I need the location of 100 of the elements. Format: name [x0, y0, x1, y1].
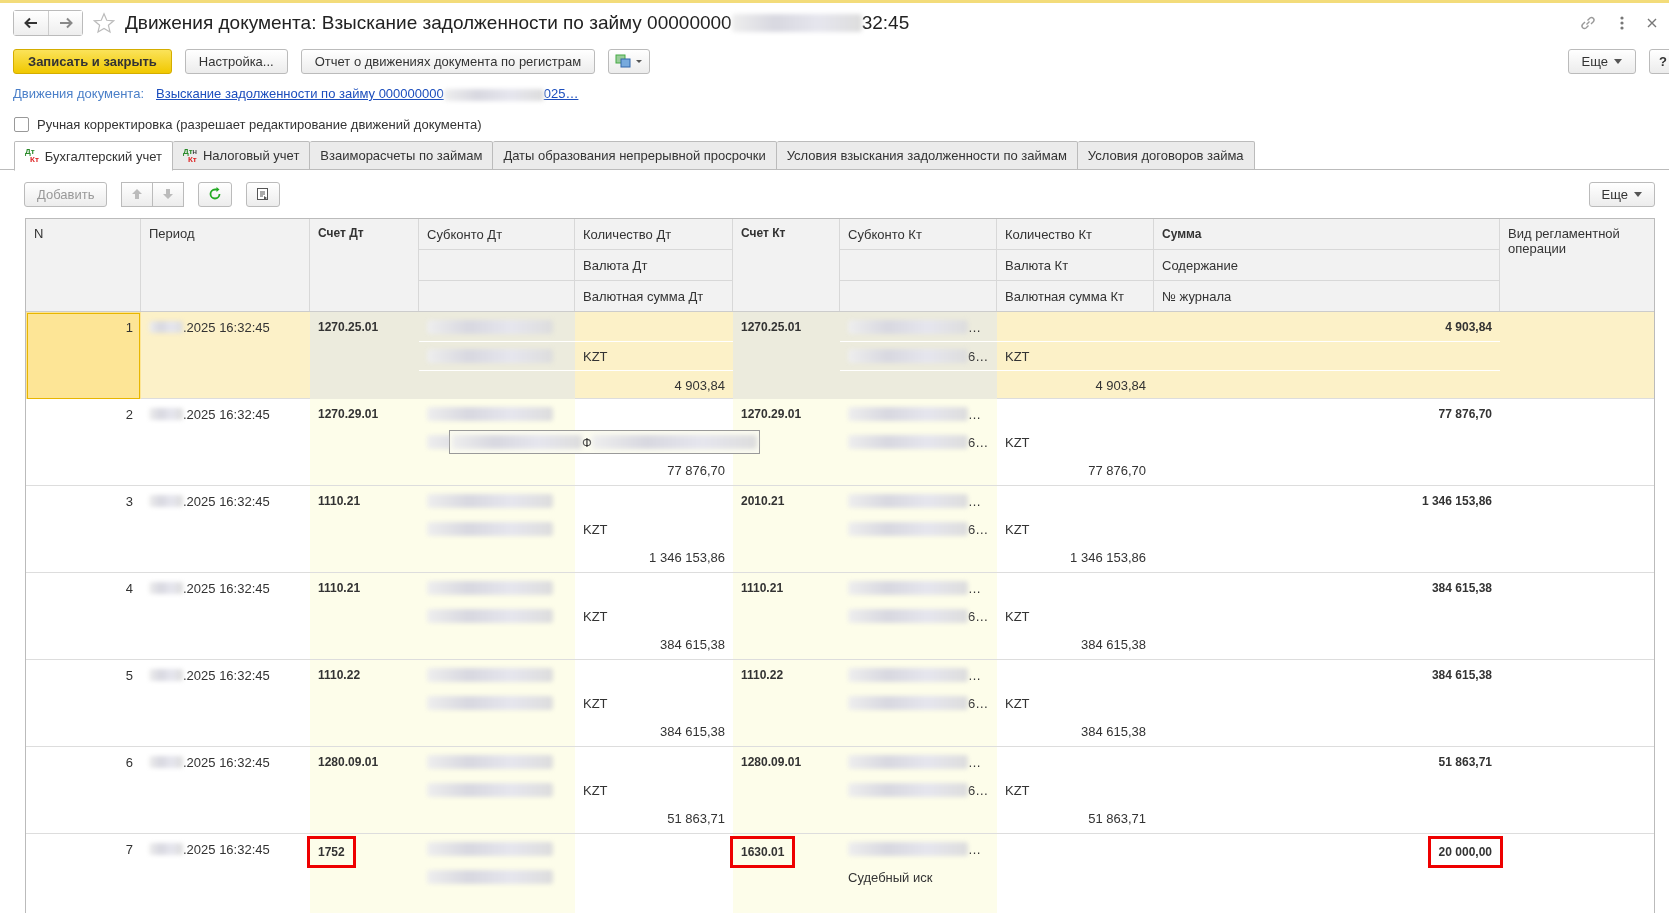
amount-cell: 51 863,71 [1088, 810, 1146, 826]
account-cell: 1280.09.01 [741, 755, 802, 769]
header-label: Субконто Дт [427, 226, 503, 242]
header-label: Валютная сумма Дт [583, 288, 704, 304]
window-title-time: 32:45 [861, 12, 910, 34]
table-row[interactable]: 3 .2025 16:32:45 1110.21 KZT 1 346 153,86 2010.21 … 6… KZT 1 346 153,86 1 346 153,86 [26, 486, 1654, 573]
amount-cell: 384 615,38 [659, 723, 725, 739]
subconto-cell: 6… [968, 521, 989, 537]
sum-cell: 384 615,38 [1431, 668, 1492, 682]
header-label: № журнала [1162, 288, 1232, 304]
table-row[interactable]: 4 .2025 16:32:45 1110.21 KZT 384 615,38 1110.21 … 6… KZT 384 615,38 384 615,38 [26, 573, 1654, 660]
more-button[interactable]: Еще [1588, 181, 1655, 207]
amount-cell: 77 876,70 [667, 462, 725, 478]
subconto-cell: … [968, 754, 981, 770]
more-icon[interactable] [1619, 15, 1625, 31]
amount-cell: 384 615,38 [1080, 723, 1146, 739]
period-cell: .2025 16:32:45 [183, 580, 270, 596]
row-number: 7 [125, 841, 133, 857]
header-label: Вид регламентной операции [1508, 226, 1621, 256]
period-cell: .2025 16:32:45 [183, 493, 270, 509]
sum-cell: 51 863,71 [1438, 755, 1492, 769]
link-icon[interactable] [1579, 14, 1597, 32]
checkbox-label: Ручная корректировка (разрешает редактирование движений документа) [37, 116, 482, 132]
amount-cell: 1 346 153,86 [1070, 549, 1146, 565]
period-cell: .2025 16:32:45 [183, 319, 270, 335]
account-cell: 1110.22 [318, 668, 361, 682]
documents-icon [615, 54, 644, 68]
currency-cell: KZT [1005, 348, 1030, 364]
tab[interactable]: Даты образования непрерывной просрочки [493, 141, 777, 170]
currency-cell: KZT [1005, 608, 1030, 624]
more-button[interactable]: Еще [1567, 48, 1637, 74]
blurred-text [149, 495, 183, 507]
save-and-close-button[interactable]: Записать и закрыть [13, 48, 172, 74]
currency-cell: KZT [583, 521, 608, 537]
currency-cell: KZT [583, 782, 608, 798]
account-cell: 1110.21 [318, 581, 361, 595]
subconto-cell: 6… [968, 695, 989, 711]
account-cell: 1110.22 [741, 668, 784, 682]
refresh-icon [208, 187, 223, 201]
star-icon[interactable] [93, 12, 115, 34]
subconto-cell: … [968, 580, 981, 596]
account-cell: 1270.29.01 [741, 407, 802, 421]
export-button[interactable] [246, 181, 281, 207]
down-arrow-icon [162, 188, 175, 200]
checkbox[interactable] [14, 116, 29, 132]
header-label: Валюта Кт [1005, 257, 1069, 273]
sum-cell: 384 615,38 [1431, 581, 1492, 595]
header-label: Счет Дт [318, 226, 365, 240]
table-row[interactable]: 2 .2025 16:32:45 1270.29.01 77 876,70 1270.29.01 … 6… KZT 77 876,70 77 876,70 Ф [26, 399, 1654, 486]
currency-cell: KZT [583, 608, 608, 624]
amount-cell: 77 876,70 [1088, 462, 1146, 478]
row-number: 5 [125, 667, 133, 683]
move-up-button[interactable] [121, 181, 154, 207]
amount-cell: 1 346 153,86 [649, 549, 725, 565]
amount-cell: 384 615,38 [659, 636, 725, 652]
blurred-text [149, 843, 183, 855]
amount-cell: 4 903,84 [674, 377, 725, 393]
header-label: Содержание [1162, 257, 1238, 273]
tooltip: Ф [449, 430, 760, 454]
up-arrow-icon [131, 188, 144, 200]
blurred-text [149, 321, 183, 333]
period-cell: .2025 16:32:45 [183, 667, 270, 683]
help-button[interactable]: ? [1649, 48, 1669, 74]
left-arrow-icon [24, 17, 38, 29]
account-cell: 1630.01 [730, 836, 796, 868]
sum-cell: 4 903,84 [1445, 320, 1492, 334]
subconto-cell: Судебный иск [848, 869, 933, 885]
amount-cell: 51 863,71 [667, 810, 725, 826]
period-cell: .2025 16:32:45 [183, 406, 270, 422]
table-row[interactable]: 1 .2025 16:32:45 1270.25.01 KZT 4 903,84 1270.25.01 … 6… KZT 4 903,84 4 903,84 [26, 312, 1654, 399]
subconto-cell: 6… [968, 348, 989, 364]
toolbar-button[interactable]: Отчет о движениях документа по регистрам [300, 48, 596, 74]
close-icon[interactable] [1647, 18, 1657, 28]
tab[interactable]: Взаиморасчеты по займам [310, 141, 494, 170]
row-number: 3 [125, 493, 133, 509]
row-number: 4 [125, 580, 133, 596]
toolbar-button[interactable]: Настройка... [184, 48, 288, 74]
dropdown-button[interactable] [608, 48, 651, 74]
period-cell: .2025 16:32:45 [183, 841, 270, 857]
row-number: 2 [125, 406, 133, 422]
subconto-cell: … [968, 319, 981, 335]
header-label: Субконто Кт [848, 226, 922, 242]
refresh-button[interactable] [198, 181, 233, 207]
blurred-text [149, 669, 183, 681]
account-cell: 2010.21 [741, 494, 785, 508]
table-row[interactable]: 5 .2025 16:32:45 1110.22 KZT 384 615,38 1110.22 … 6… KZT 384 615,38 384 615,38 [26, 660, 1654, 747]
subconto-cell: … [968, 841, 981, 857]
tab[interactable]: Условия взыскания задолженности по займам [776, 141, 1078, 170]
header-label: Валютная сумма Кт [1005, 288, 1125, 304]
debit-credit-icon: Дт Кт [25, 148, 39, 164]
account-cell: 1110.21 [318, 494, 361, 508]
document-link[interactable]: Взыскание задолженности по займу 000000000 025… [156, 86, 579, 106]
header-label: Количество Кт [1005, 226, 1092, 242]
table-row[interactable]: 6 .2025 16:32:45 1280.09.01 KZT 51 863,71 1280.09.01 … 6… KZT 51 863,71 51 863,71 [26, 747, 1654, 834]
move-down-button[interactable] [153, 181, 185, 207]
sum-cell: 1 346 153,86 [1421, 494, 1492, 508]
period-cell: .2025 16:32:45 [183, 754, 270, 770]
currency-cell: KZT [1005, 434, 1030, 450]
tab[interactable]: Условия договоров займа [1077, 141, 1255, 170]
back-button[interactable] [14, 11, 48, 35]
